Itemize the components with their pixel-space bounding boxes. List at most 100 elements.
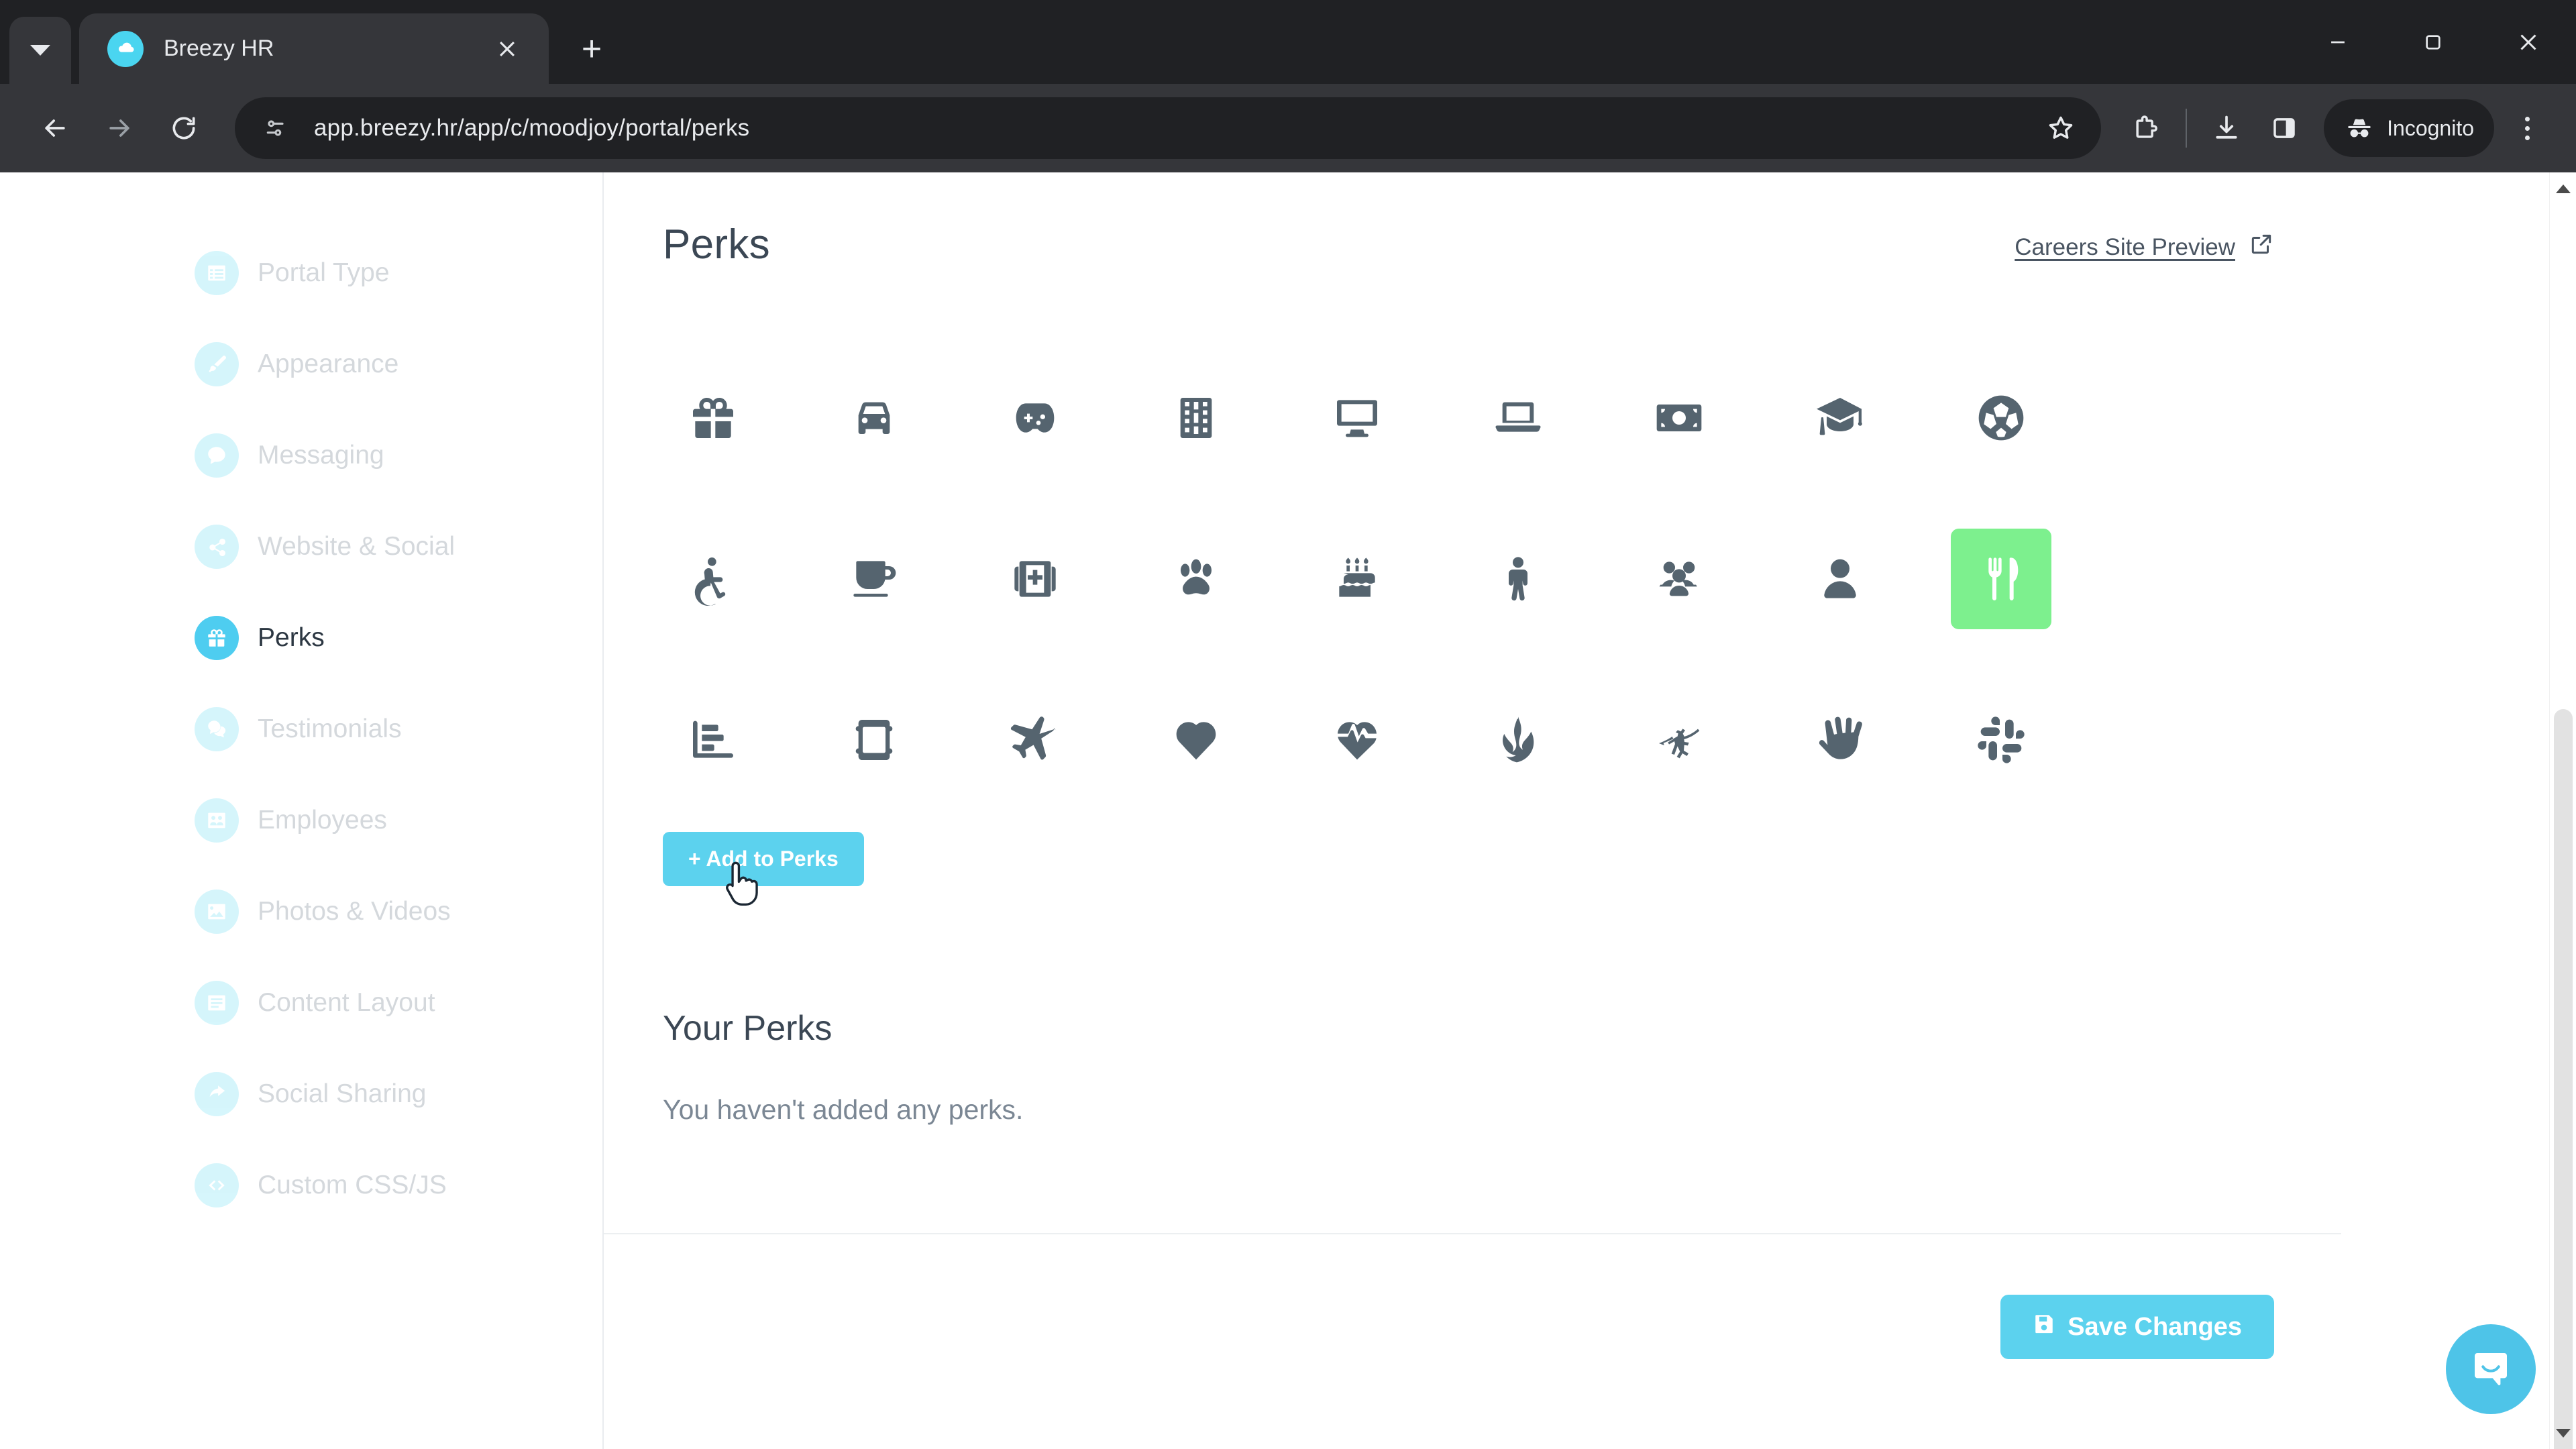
side-panel-icon[interactable] bbox=[2255, 99, 2313, 157]
sidebar-item-social-sharing[interactable]: Social Sharing bbox=[0, 1049, 602, 1140]
add-to-perks-button[interactable]: + Add to Perks bbox=[663, 832, 864, 886]
your-perks-section: Your Perks You haven't added any perks. bbox=[604, 1008, 2341, 1126]
window-maximize-button[interactable] bbox=[2385, 0, 2481, 84]
rebel-icon bbox=[1503, 716, 1534, 763]
window-minimize-button[interactable] bbox=[2290, 0, 2385, 84]
perk-icon-option-plane[interactable] bbox=[985, 690, 1085, 790]
perk-icon-option-id-card[interactable] bbox=[824, 690, 924, 790]
address-bar[interactable]: app.breezy.hr/app/c/moodjoy/portal/perks bbox=[235, 97, 2102, 159]
save-changes-button[interactable]: Save Changes bbox=[2000, 1295, 2274, 1359]
forward-arrow-icon[interactable] bbox=[87, 96, 152, 160]
sidebar-item-perks[interactable]: Perks bbox=[0, 592, 602, 684]
sidebar-item-content-layout[interactable]: Content Layout bbox=[0, 957, 602, 1049]
perk-icon-option-gamepad[interactable] bbox=[985, 368, 1085, 468]
perk-icon-option-rebel[interactable] bbox=[1468, 690, 1568, 790]
scroll-up-arrow-icon[interactable] bbox=[2550, 175, 2576, 202]
sidebar-item-portal-type[interactable]: Portal Type bbox=[0, 227, 602, 319]
new-tab-button[interactable]: + bbox=[564, 21, 620, 77]
perk-icon-option-money-bill[interactable] bbox=[1629, 368, 1729, 468]
extensions-icon[interactable] bbox=[2117, 99, 2175, 157]
browser-toolbar: app.breezy.hr/app/c/moodjoy/portal/perks… bbox=[0, 84, 2576, 172]
your-perks-empty-message: You haven't added any perks. bbox=[663, 1094, 1024, 1125]
portal-type-icon bbox=[195, 251, 239, 295]
social-sharing-icon bbox=[195, 1072, 239, 1116]
careers-site-preview-link[interactable]: Careers Site Preview bbox=[2015, 231, 2274, 263]
heart-icon bbox=[1176, 722, 1216, 760]
site-settings-icon[interactable] bbox=[255, 107, 297, 149]
reload-icon[interactable] bbox=[152, 96, 216, 160]
scrollbar-thumb[interactable] bbox=[2554, 709, 2573, 1449]
sidebar-item-appearance[interactable]: Appearance bbox=[0, 319, 602, 410]
sidebar-item-website-social[interactable]: Website & Social bbox=[0, 501, 602, 592]
incognito-indicator[interactable]: Incognito bbox=[2324, 99, 2494, 157]
page-header: Perks Careers Site Preview bbox=[604, 221, 2341, 268]
sidebar-item-testimonials[interactable]: Testimonials bbox=[0, 684, 602, 775]
download-icon[interactable] bbox=[2198, 99, 2255, 157]
perk-icon-option-coffee[interactable] bbox=[824, 529, 924, 629]
utensils-icon bbox=[1988, 557, 2019, 600]
sidebar-item-photos-videos[interactable]: Photos & Videos bbox=[0, 866, 602, 957]
perk-icon-option-chart-bar[interactable] bbox=[663, 690, 763, 790]
sidebar-item-label: Content Layout bbox=[258, 988, 435, 1017]
perk-icon-option-heart[interactable] bbox=[1146, 690, 1246, 790]
window-close-button[interactable] bbox=[2481, 0, 2576, 84]
sidebar-item-employees[interactable]: Employees bbox=[0, 775, 602, 866]
photo-video-icon bbox=[195, 890, 239, 934]
perk-icon-option-slack[interactable] bbox=[1951, 690, 2051, 790]
perk-icon-option-user[interactable] bbox=[1790, 529, 1890, 629]
sidebar-item-label: Website & Social bbox=[258, 532, 455, 561]
menu-dot bbox=[2524, 135, 2530, 140]
sidebar-item-messaging[interactable]: Messaging bbox=[0, 410, 602, 501]
back-arrow-icon[interactable] bbox=[23, 96, 87, 160]
three-dots-menu-icon[interactable] bbox=[2501, 98, 2553, 158]
perk-icon-option-child[interactable] bbox=[1468, 529, 1568, 629]
star-icon[interactable] bbox=[2034, 101, 2088, 155]
desktop-icon bbox=[1337, 400, 1377, 437]
perk-icon-option-soccer-ball[interactable] bbox=[1951, 368, 2051, 468]
intercom-chat-launcher[interactable] bbox=[2446, 1324, 2536, 1414]
perk-icon-option-laptop[interactable] bbox=[1468, 368, 1568, 468]
portal-settings-sidebar: Portal Type Appearance Messaging Website & … bbox=[0, 172, 604, 1449]
perk-icon-option-desktop[interactable] bbox=[1307, 368, 1407, 468]
coffee-icon bbox=[853, 561, 896, 597]
tab-search-button[interactable] bbox=[9, 17, 71, 84]
user-icon bbox=[1824, 559, 1856, 598]
sidebar-item-label: Social Sharing bbox=[258, 1079, 427, 1108]
laptop-icon bbox=[1495, 402, 1541, 432]
perk-icon-option-car[interactable] bbox=[824, 368, 924, 468]
perk-icon-option-users[interactable] bbox=[1629, 529, 1729, 629]
perk-icon-option-vulcan-salute[interactable] bbox=[1790, 690, 1890, 790]
window-controls bbox=[2290, 0, 2576, 84]
tab-close-icon[interactable] bbox=[488, 30, 526, 68]
scroll-down-arrow-icon[interactable] bbox=[2550, 1419, 2576, 1446]
add-perk-area: + Add to Perks bbox=[604, 832, 2341, 906]
perk-icon-option-birthday-cake[interactable] bbox=[1307, 529, 1407, 629]
gift-icon bbox=[195, 616, 239, 660]
perk-icon-option-graduation-cap[interactable] bbox=[1790, 368, 1890, 468]
sidebar-item-label: Employees bbox=[258, 806, 387, 835]
sidebar-item-custom-css-js[interactable]: Custom CSS/JS bbox=[0, 1140, 602, 1231]
perk-icon-option-utensils[interactable] bbox=[1951, 529, 2051, 629]
code-icon bbox=[195, 1163, 239, 1208]
share-icon bbox=[195, 525, 239, 569]
page-scrollbar[interactable] bbox=[2549, 172, 2576, 1449]
soccer-ball-icon bbox=[1978, 395, 2024, 441]
page-title: Perks bbox=[663, 221, 770, 268]
quote-bubble-icon bbox=[195, 707, 239, 751]
browser-tab[interactable]: Breezy HR bbox=[79, 13, 549, 84]
perk-icon-option-first-aid-kit[interactable] bbox=[985, 529, 1085, 629]
gift-icon bbox=[693, 398, 733, 438]
tab-strip: Breezy HR + bbox=[0, 0, 2576, 84]
save-changes-label: Save Changes bbox=[2068, 1312, 2242, 1341]
perk-icon-option-heartbeat[interactable] bbox=[1307, 690, 1407, 790]
perk-icon-option-film[interactable] bbox=[1146, 368, 1246, 468]
toolbar-divider bbox=[2186, 109, 2188, 148]
message-icon bbox=[195, 433, 239, 478]
id-card-icon bbox=[855, 720, 893, 760]
perk-icon-option-gift[interactable] bbox=[663, 368, 763, 468]
perk-icon-option-fly[interactable] bbox=[1629, 690, 1729, 790]
perk-icon-option-paw[interactable] bbox=[1146, 529, 1246, 629]
vulcan-salute-icon bbox=[1819, 716, 1862, 759]
your-perks-title: Your Perks bbox=[663, 1009, 833, 1048]
perk-icon-option-wheelchair[interactable] bbox=[663, 529, 763, 629]
